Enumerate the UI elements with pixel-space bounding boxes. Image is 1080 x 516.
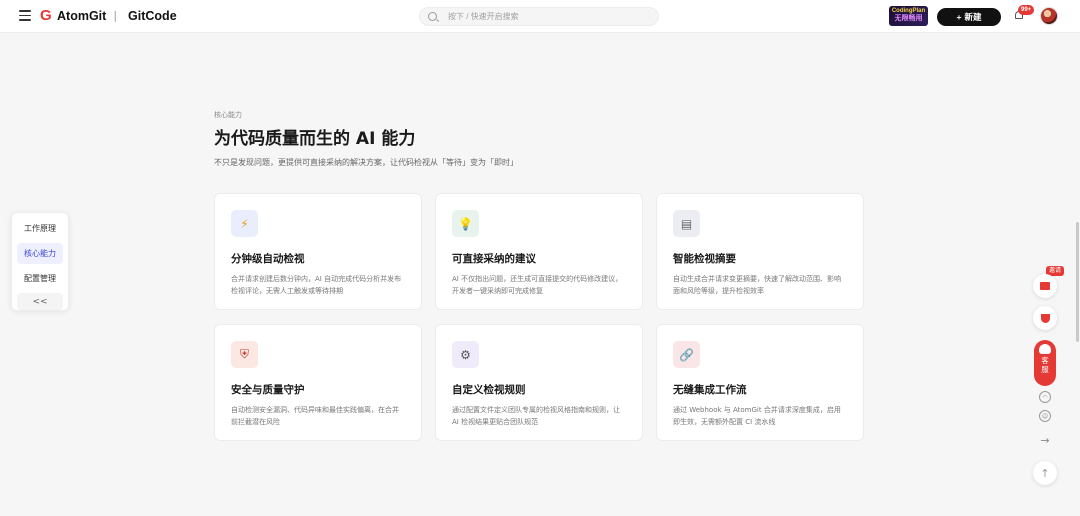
card-title: 无缝集成工作流: [673, 384, 747, 396]
coding-plan-promo-banner[interactable]: CodingPlan 无限畅用: [889, 6, 928, 26]
card-description: 通过 Webhook 与 AtomGit 合并请求深度集成，启用即生效，无需额外…: [673, 406, 841, 426]
collapse-nav-button[interactable]: <<: [17, 293, 63, 310]
shield-icon: ⛨: [231, 341, 258, 368]
gear-icon: ⚙: [452, 341, 479, 368]
nav-item-configuration[interactable]: 配置管理: [17, 268, 63, 289]
back-to-top-button[interactable]: ↑: [1033, 461, 1057, 485]
nav-item-how-it-works[interactable]: 工作原理: [17, 218, 63, 239]
hamburger-menu-icon[interactable]: [19, 10, 31, 21]
nav-item-core-capabilities[interactable]: 核心能力: [17, 243, 63, 264]
card-description: 自动检测安全漏洞、代码异味和最佳实践偏离，在合并前拦截潜在风险: [231, 406, 399, 426]
card-description: AI 不仅指出问题，还生成可直接提交的代码修改建议，开发者一键采纳即可完成修复: [452, 275, 623, 295]
trophy-icon: [1040, 313, 1050, 323]
customer-service-button[interactable]: 客 服: [1034, 340, 1056, 386]
capability-card: 🔗 无缝集成工作流 通过 Webhook 与 AtomGit 合并请求深度集成，…: [656, 324, 864, 441]
brand-name: AtomGit: [57, 8, 107, 23]
headset-icon: [1039, 344, 1051, 354]
arrow-up-icon: ↑: [1040, 466, 1050, 480]
lightning-icon: ⚡: [231, 210, 258, 237]
card-title: 可直接采纳的建议: [452, 253, 536, 265]
card-description: 通过配置文件定义团队专属的检视风格指南和规则，让 AI 检视结果更贴合团队规范: [452, 406, 620, 426]
brand-separator: |: [113, 9, 118, 22]
search-input[interactable]: [448, 12, 648, 21]
capability-card: ▤ 智能检视摘要 自动生成合并请求变更摘要，快速了解改动范围、影响面和风险等级，…: [656, 193, 864, 310]
service-label-1: 客: [1041, 356, 1049, 365]
page-scrollbar[interactable]: [1076, 222, 1079, 342]
atomgit-logo-icon: G: [40, 7, 52, 24]
new-button-label: 新建: [964, 12, 982, 22]
link-icon: 🔗: [673, 341, 700, 368]
trophy-button[interactable]: [1033, 306, 1057, 330]
promo-line-1: CodingPlan: [891, 8, 926, 14]
section-navigator: 工作原理 核心能力 配置管理 <<: [11, 212, 69, 311]
capability-card: 💡 可直接采纳的建议 AI 不仅指出问题，还生成可直接提交的代码修改建议，开发者…: [435, 193, 643, 310]
section-subtitle: 不只是发现问题，更提供可直接采纳的解决方案，让代码检视从「等待」变为「即时」: [214, 158, 518, 167]
arrow-right-icon[interactable]: →: [1039, 434, 1051, 447]
top-navigation-bar: G AtomGit | GitCode CodingPlan 无限畅用 + 新建…: [0, 0, 1080, 33]
notification-count-badge: 99+: [1018, 5, 1035, 15]
product-name: GitCode: [128, 8, 177, 23]
card-title: 自定义检视规则: [452, 384, 526, 396]
lightbulb-icon: 💡: [452, 210, 479, 237]
feedback-icon[interactable]: ◠: [1039, 391, 1051, 403]
section-eyebrow: 核心能力: [214, 111, 242, 119]
promo-line-2: 无限畅用: [894, 15, 923, 22]
card-title: 智能检视摘要: [673, 253, 736, 265]
user-avatar[interactable]: [1040, 7, 1058, 25]
new-button[interactable]: + 新建: [937, 8, 1001, 26]
summary-doc-icon: ▤: [673, 210, 700, 237]
search-icon: [428, 12, 437, 21]
service-label-2: 服: [1041, 365, 1049, 374]
invite-gift-button[interactable]: [1033, 274, 1057, 298]
card-description: 自动生成合并请求变更摘要，快速了解改动范围、影响面和风险等级，提升检视效率: [673, 275, 841, 295]
card-title: 分钟级自动检视: [231, 253, 305, 265]
brand-logo[interactable]: G AtomGit | GitCode: [40, 8, 177, 23]
global-search[interactable]: [419, 7, 659, 26]
card-title: 安全与质量守护: [231, 384, 305, 396]
plus-icon: +: [956, 12, 962, 22]
capability-card: ⛨ 安全与质量守护 自动检测安全漏洞、代码异味和最佳实践偏离，在合并前拦截潜在风…: [214, 324, 422, 441]
capability-card: ⚙ 自定义检视规则 通过配置文件定义团队专属的检视风格指南和规则，让 AI 检视…: [435, 324, 643, 441]
gift-icon: [1040, 282, 1050, 290]
capability-card: ⚡ 分钟级自动检视 合并请求创建后数分钟内，AI 自动完成代码分析并发布检视评论…: [214, 193, 422, 310]
section-title: 为代码质量而生的 AI 能力: [214, 129, 416, 149]
card-description: 合并请求创建后数分钟内，AI 自动完成代码分析并发布检视评论，无需人工触发或等待…: [231, 275, 402, 295]
smiley-icon[interactable]: ☺: [1039, 410, 1051, 422]
